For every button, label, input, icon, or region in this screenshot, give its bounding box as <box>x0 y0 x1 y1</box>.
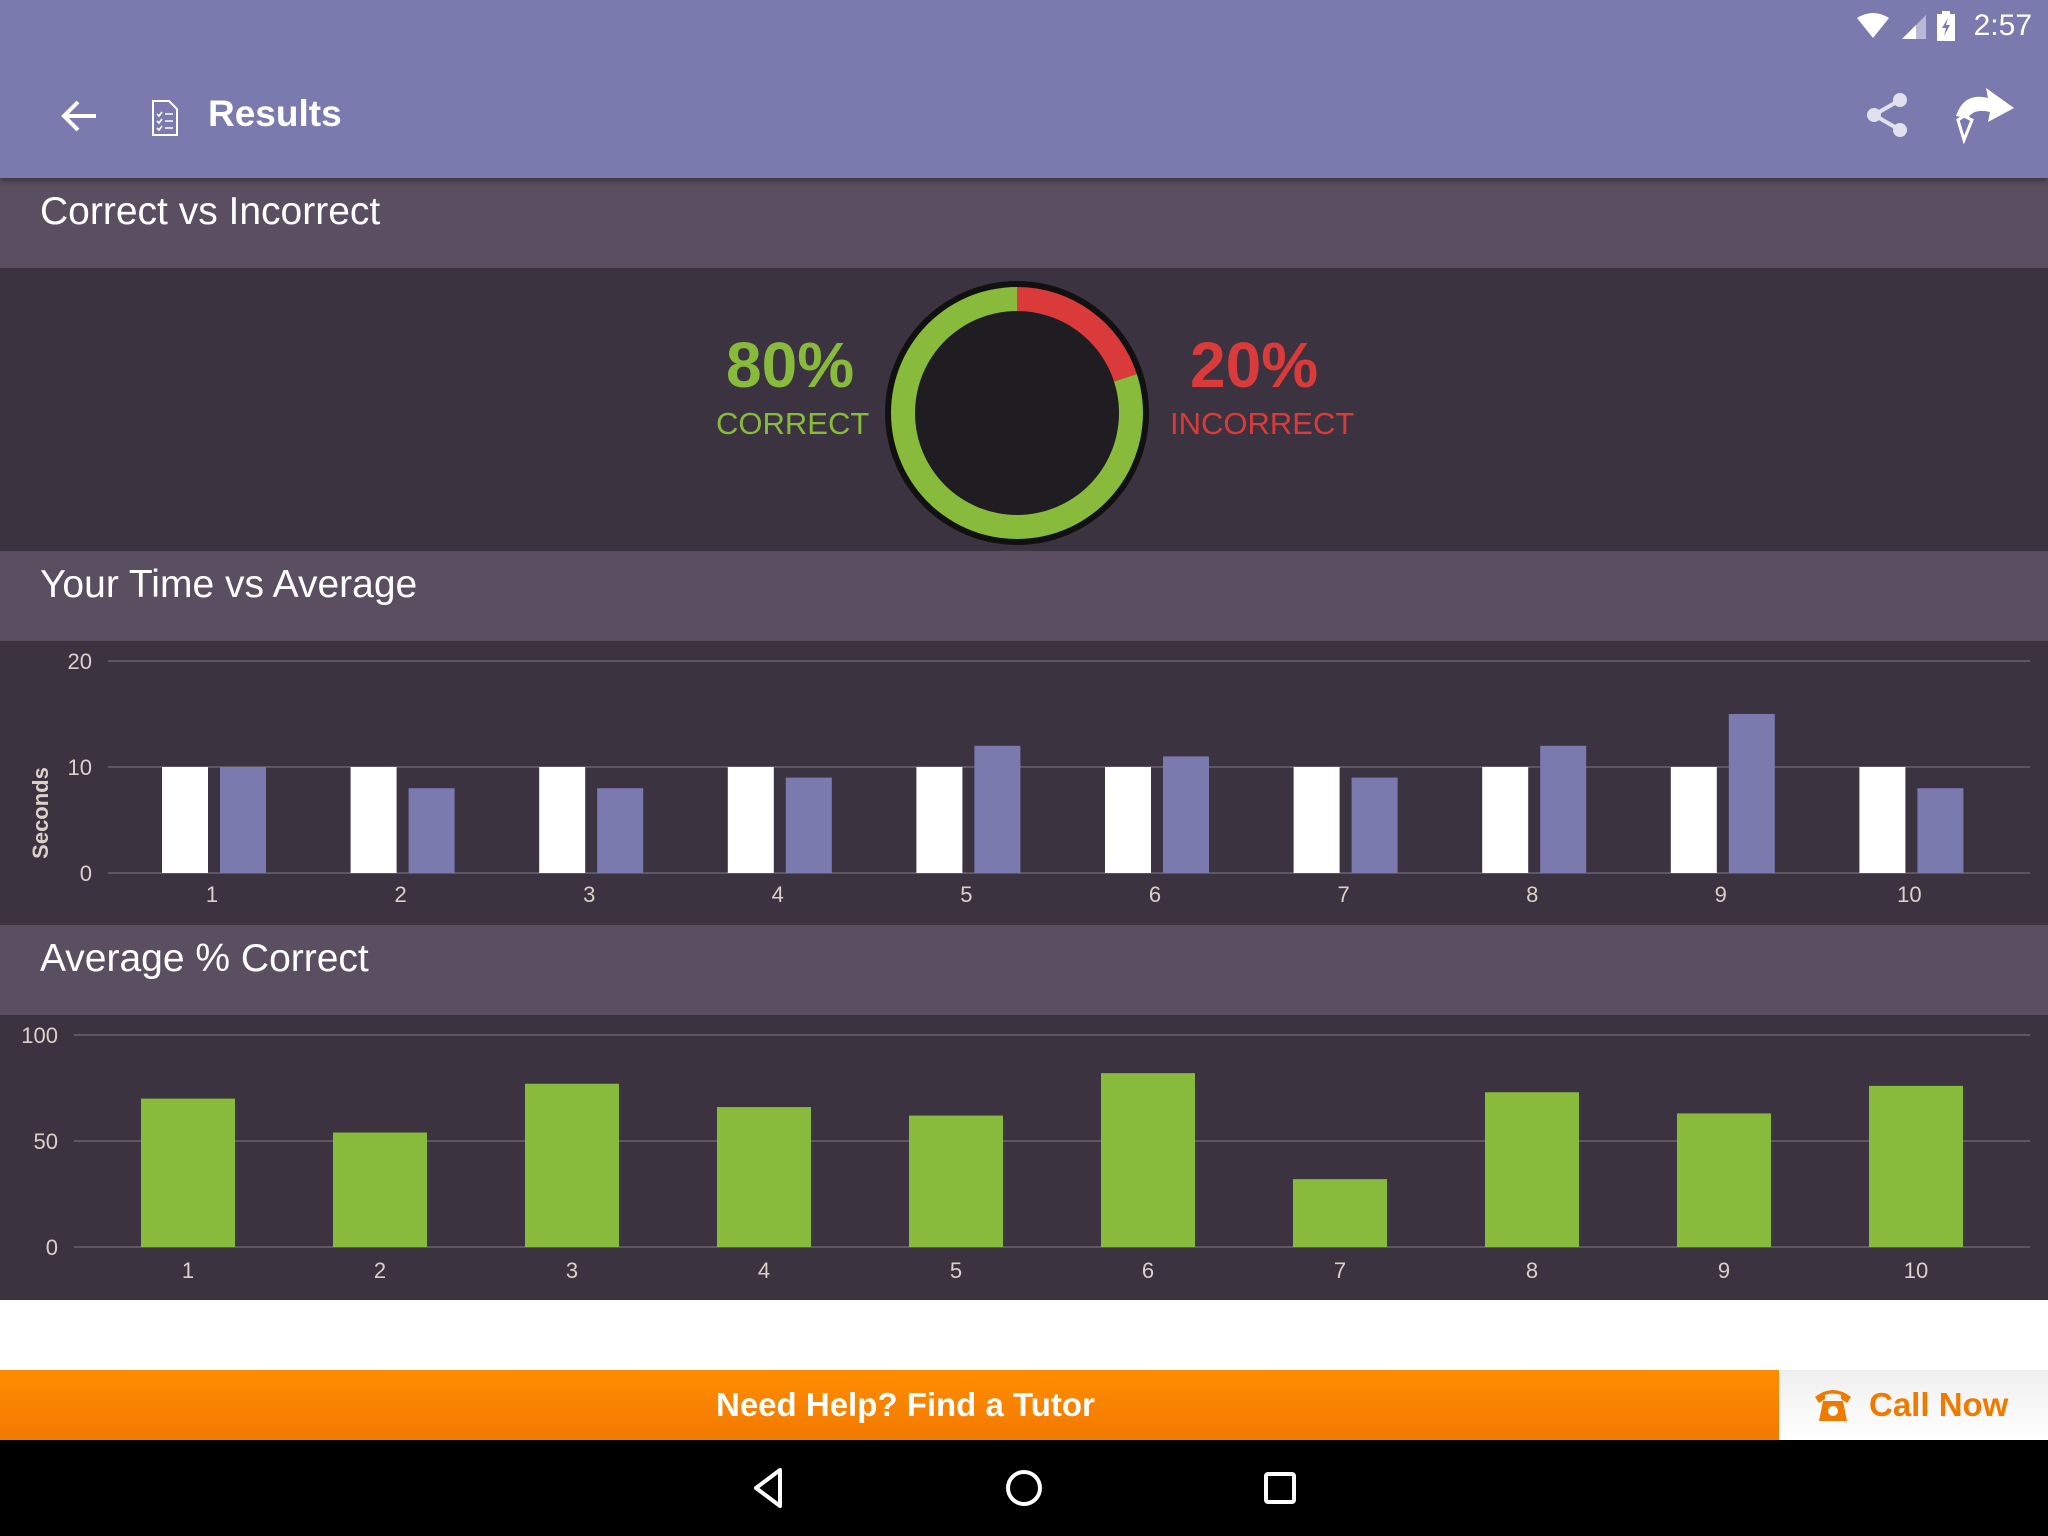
incorrect-percent: 20% <box>1190 329 1319 401</box>
y-tick-label: 100 <box>21 1023 58 1048</box>
x-tick-label: 8 <box>1526 1258 1538 1283</box>
bird-arrow-logo-icon[interactable] <box>1950 86 2020 146</box>
section-header-average-correct: Average % Correct <box>0 925 2048 1015</box>
bar-7 <box>1293 1179 1387 1247</box>
x-tick-label: 5 <box>960 882 972 907</box>
y-tick-label: 10 <box>68 755 92 780</box>
x-tick-label: 8 <box>1526 882 1538 907</box>
x-tick-label: 4 <box>758 1258 770 1283</box>
bar-average-6 <box>1105 767 1151 873</box>
x-tick-label: 6 <box>1149 882 1161 907</box>
incorrect-label: INCORRECT <box>1170 406 1355 441</box>
section-header-time-vs-average: Your Time vs Average <box>0 551 2048 641</box>
bar-average-5 <box>916 767 963 873</box>
x-tick-label: 2 <box>394 882 406 907</box>
bar-your-time-6 <box>1163 756 1209 873</box>
y-tick-label: 50 <box>34 1129 58 1154</box>
x-tick-label: 6 <box>1142 1258 1154 1283</box>
recents-square-icon[interactable] <box>1256 1464 1304 1512</box>
bar-average-10 <box>1859 767 1906 873</box>
bar-1 <box>141 1098 235 1247</box>
y-tick-label: 0 <box>80 861 92 886</box>
status-bar: 2:57 <box>1856 6 2032 46</box>
x-tick-label: 4 <box>772 882 784 907</box>
donut-center <box>915 311 1119 515</box>
battery-charging-icon <box>1936 11 1955 41</box>
app-bar: 2:57 Results <box>0 0 2048 178</box>
bar-2 <box>333 1132 427 1247</box>
spacer <box>0 1300 2048 1370</box>
correct-label: CORRECT <box>716 406 870 441</box>
bar-8 <box>1485 1092 1579 1247</box>
donut-chart <box>885 281 1149 545</box>
bar-5 <box>909 1115 1003 1247</box>
section-title: Your Time vs Average <box>40 563 418 606</box>
phone-icon <box>1815 1390 1851 1421</box>
x-tick-label: 5 <box>950 1258 962 1283</box>
bar-your-time-3 <box>597 788 644 873</box>
home-circle-icon[interactable] <box>1000 1464 1048 1512</box>
x-tick-label: 3 <box>566 1258 578 1283</box>
y-tick-label: 0 <box>46 1235 58 1260</box>
bar-your-time-7 <box>1351 777 1398 873</box>
x-tick-label: 9 <box>1715 882 1727 907</box>
bar-4 <box>717 1107 811 1247</box>
section-title: Correct vs Incorrect <box>40 190 381 233</box>
x-tick-label: 10 <box>1897 882 1921 907</box>
x-tick-label: 7 <box>1334 1258 1346 1283</box>
bar-average-9 <box>1670 767 1717 873</box>
section-header-correct-vs-incorrect: Correct vs Incorrect <box>0 178 2048 268</box>
call-now-label: Call Now <box>1869 1386 2009 1423</box>
checklist-document-icon <box>152 100 178 136</box>
x-tick-label: 2 <box>374 1258 386 1283</box>
y-axis-label: Seconds <box>28 767 53 859</box>
cell-signal-icon <box>1901 15 1926 39</box>
bar-average-3 <box>539 767 586 873</box>
back-triangle-icon[interactable] <box>744 1464 792 1512</box>
bar-your-time-9 <box>1728 714 1775 873</box>
bar-your-time-2 <box>408 788 455 873</box>
bar-your-time-1 <box>220 767 266 873</box>
bar-average-4 <box>727 767 774 873</box>
call-now-button[interactable]: Call Now <box>1779 1370 2048 1440</box>
average-correct-chart: 0 50 100 1 2 3 4 5 6 7 8 9 10 <box>0 1015 2048 1300</box>
time-vs-average-chart: Seconds 0 10 20 1 2 3 4 5 6 7 8 9 10 <box>0 641 2048 925</box>
bar-your-time-5 <box>974 745 1021 873</box>
page-title: Results <box>208 93 342 134</box>
share-icon[interactable] <box>1862 90 1912 140</box>
bar-your-time-8 <box>1540 745 1587 873</box>
find-tutor-text: Need Help? Find a Tutor <box>716 1386 1095 1423</box>
section-title: Average % Correct <box>40 937 369 980</box>
bar-10 <box>1869 1085 1963 1247</box>
x-tick-label: 7 <box>1337 882 1349 907</box>
bar-average-2 <box>350 767 397 873</box>
bar-3 <box>525 1083 619 1247</box>
status-time: 2:57 <box>1973 9 2032 42</box>
wifi-icon <box>1856 13 1889 38</box>
x-tick-label: 10 <box>1904 1258 1928 1283</box>
find-tutor-banner[interactable]: Need Help? Find a Tutor <box>0 1370 1779 1440</box>
bar-6 <box>1101 1073 1195 1247</box>
x-tick-label: 3 <box>583 882 595 907</box>
x-tick-label: 9 <box>1718 1258 1730 1283</box>
x-tick-label: 1 <box>182 1258 194 1283</box>
bar-your-time-10 <box>1917 788 1964 873</box>
bar-average-8 <box>1482 767 1529 873</box>
correct-percent: 80% <box>726 329 855 401</box>
y-tick-label: 20 <box>68 649 92 674</box>
bar-your-time-4 <box>785 777 832 873</box>
bar-average-1 <box>162 767 208 873</box>
system-nav-bar <box>0 1440 2048 1536</box>
bar-9 <box>1677 1113 1771 1247</box>
arrow-back-icon[interactable] <box>56 92 104 140</box>
x-tick-label: 1 <box>206 882 218 907</box>
bar-average-7 <box>1293 767 1340 873</box>
